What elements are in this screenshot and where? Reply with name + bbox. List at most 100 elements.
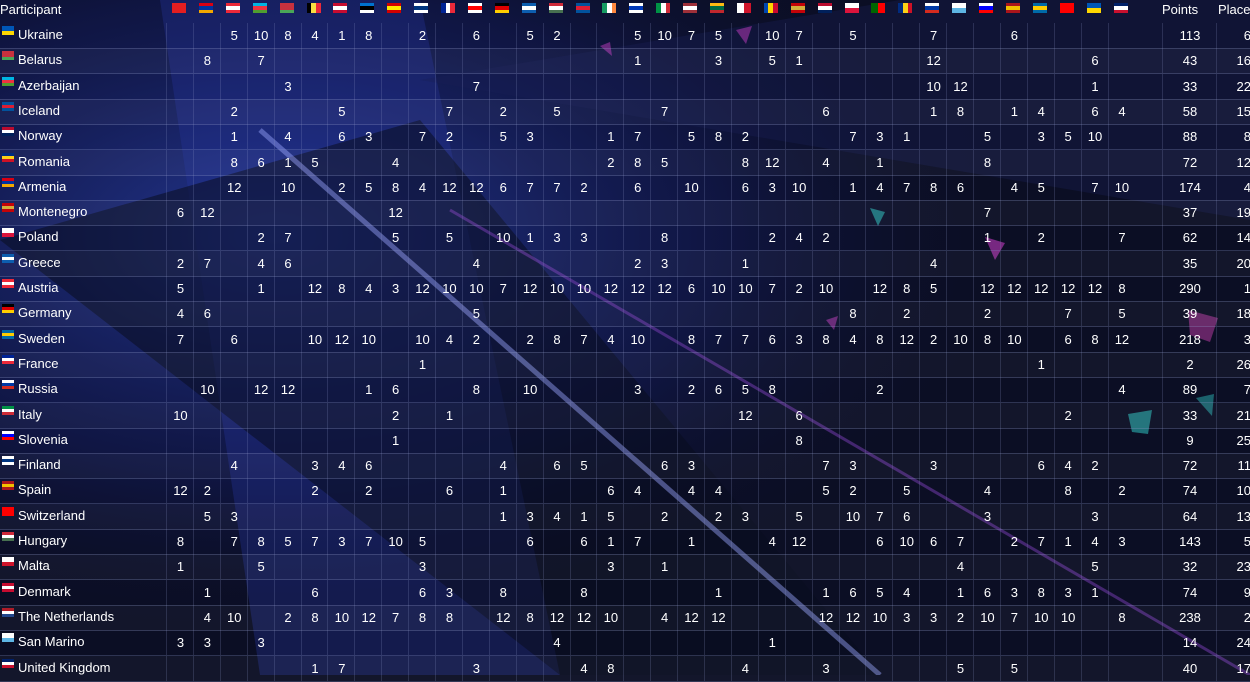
score-cell: 10: [677, 174, 705, 200]
score-cell: [623, 301, 651, 327]
score-cell: [973, 402, 1001, 428]
score-cell: 8: [327, 276, 355, 301]
participant-name: Poland: [18, 229, 59, 245]
score-cell: [677, 554, 705, 580]
participant-flag-icon: [2, 127, 14, 137]
score-cell: [381, 98, 409, 124]
score-cell: [784, 655, 813, 681]
score-cell: [730, 579, 759, 605]
score-cell: [354, 200, 382, 226]
score-cell: [515, 579, 544, 605]
participant-flag-icon: [2, 279, 14, 288]
score-cell: [192, 23, 221, 48]
score-cell: 1: [408, 351, 436, 377]
score-cell: [704, 351, 732, 377]
score-cell: [515, 149, 544, 175]
score-cell: [408, 503, 436, 529]
score-cell: [192, 98, 221, 124]
score-cell: [784, 73, 813, 99]
score-cell: [704, 630, 732, 656]
voter-flag-de-icon: [494, 3, 509, 13]
score-cell: 2: [999, 529, 1028, 554]
score-cell: 2: [166, 250, 194, 276]
score-cell: [730, 630, 759, 656]
score-cell: [219, 225, 248, 251]
score-cell: [784, 604, 813, 630]
score-cell: [811, 427, 840, 453]
score-cell: 3: [730, 503, 759, 529]
score-cell: [1053, 427, 1082, 453]
score-cell: [435, 655, 463, 681]
score-cell: [166, 124, 194, 150]
score-cell: [1080, 225, 1109, 251]
score-cell: [327, 301, 355, 327]
score-cell: [435, 427, 463, 453]
score-cell: [973, 655, 1001, 681]
place-rank: 12: [1216, 149, 1250, 175]
score-cell: [327, 225, 355, 251]
participant-name: Armenia: [18, 178, 67, 194]
score-cell: [946, 23, 974, 48]
score-cell: [596, 402, 624, 428]
score-cell: [246, 98, 275, 124]
voter-flag-ru-icon: [925, 3, 940, 13]
score-cell: [999, 225, 1028, 251]
score-cell: [1053, 23, 1082, 48]
score-cell: [273, 326, 302, 352]
score-cell: 5: [1080, 554, 1109, 580]
participant-flag-icon: [2, 26, 14, 35]
score-cell: [784, 301, 813, 327]
participant-flag-icon: [2, 354, 14, 364]
score-cell: 3: [569, 225, 598, 251]
participant-name: France: [18, 355, 59, 371]
score-cell: 10: [246, 23, 275, 48]
score-cell: 12: [677, 604, 705, 630]
score-cell: [1026, 48, 1055, 74]
score-cell: 7: [354, 529, 382, 554]
score-cell: [273, 655, 302, 681]
voter-flag-mt-icon: [736, 3, 751, 13]
score-cell: [1026, 554, 1055, 580]
score-cell: [1026, 23, 1055, 48]
score-cell: [219, 579, 248, 605]
score-cell: [946, 250, 974, 276]
score-cell: [919, 478, 947, 504]
score-cell: 6: [542, 453, 571, 479]
score-cell: [946, 225, 974, 251]
score-cell: [542, 200, 571, 226]
score-cell: [1107, 48, 1136, 74]
score-cell: 1: [435, 402, 463, 428]
score-cell: [542, 351, 571, 377]
score-cell: [219, 655, 248, 681]
score-cell: [704, 174, 732, 200]
score-cell: [515, 48, 544, 74]
score-cell: [1080, 200, 1109, 226]
participant-name: Slovenia: [18, 431, 68, 447]
score-cell: [919, 225, 947, 251]
score-cell: [219, 73, 248, 99]
score-cell: [650, 73, 678, 99]
place-rank: 14: [1216, 225, 1250, 251]
score-cell: [730, 23, 759, 48]
score-cell: 2: [192, 478, 221, 504]
score-cell: 12: [542, 604, 571, 630]
score-cell: [542, 301, 571, 327]
score-cell: [623, 351, 651, 377]
score-cell: [219, 250, 248, 276]
score-cell: 4: [1026, 98, 1055, 124]
score-cell: [488, 250, 517, 276]
score-cell: 1: [596, 124, 624, 150]
participant-row: San Marino 3 3 3 4 1 14 24: [0, 630, 1250, 657]
score-cell: [946, 301, 974, 327]
score-cell: [166, 48, 194, 74]
score-cell: 2: [381, 402, 409, 428]
score-cell: [192, 124, 221, 150]
score-cell: 7: [569, 326, 598, 352]
score-cell: [838, 554, 867, 580]
place-rank: 23: [1216, 554, 1250, 580]
score-cell: [757, 503, 786, 529]
score-cell: 10: [192, 377, 221, 403]
score-cell: [838, 250, 867, 276]
score-cell: [730, 301, 759, 327]
score-cell: [1053, 630, 1082, 656]
